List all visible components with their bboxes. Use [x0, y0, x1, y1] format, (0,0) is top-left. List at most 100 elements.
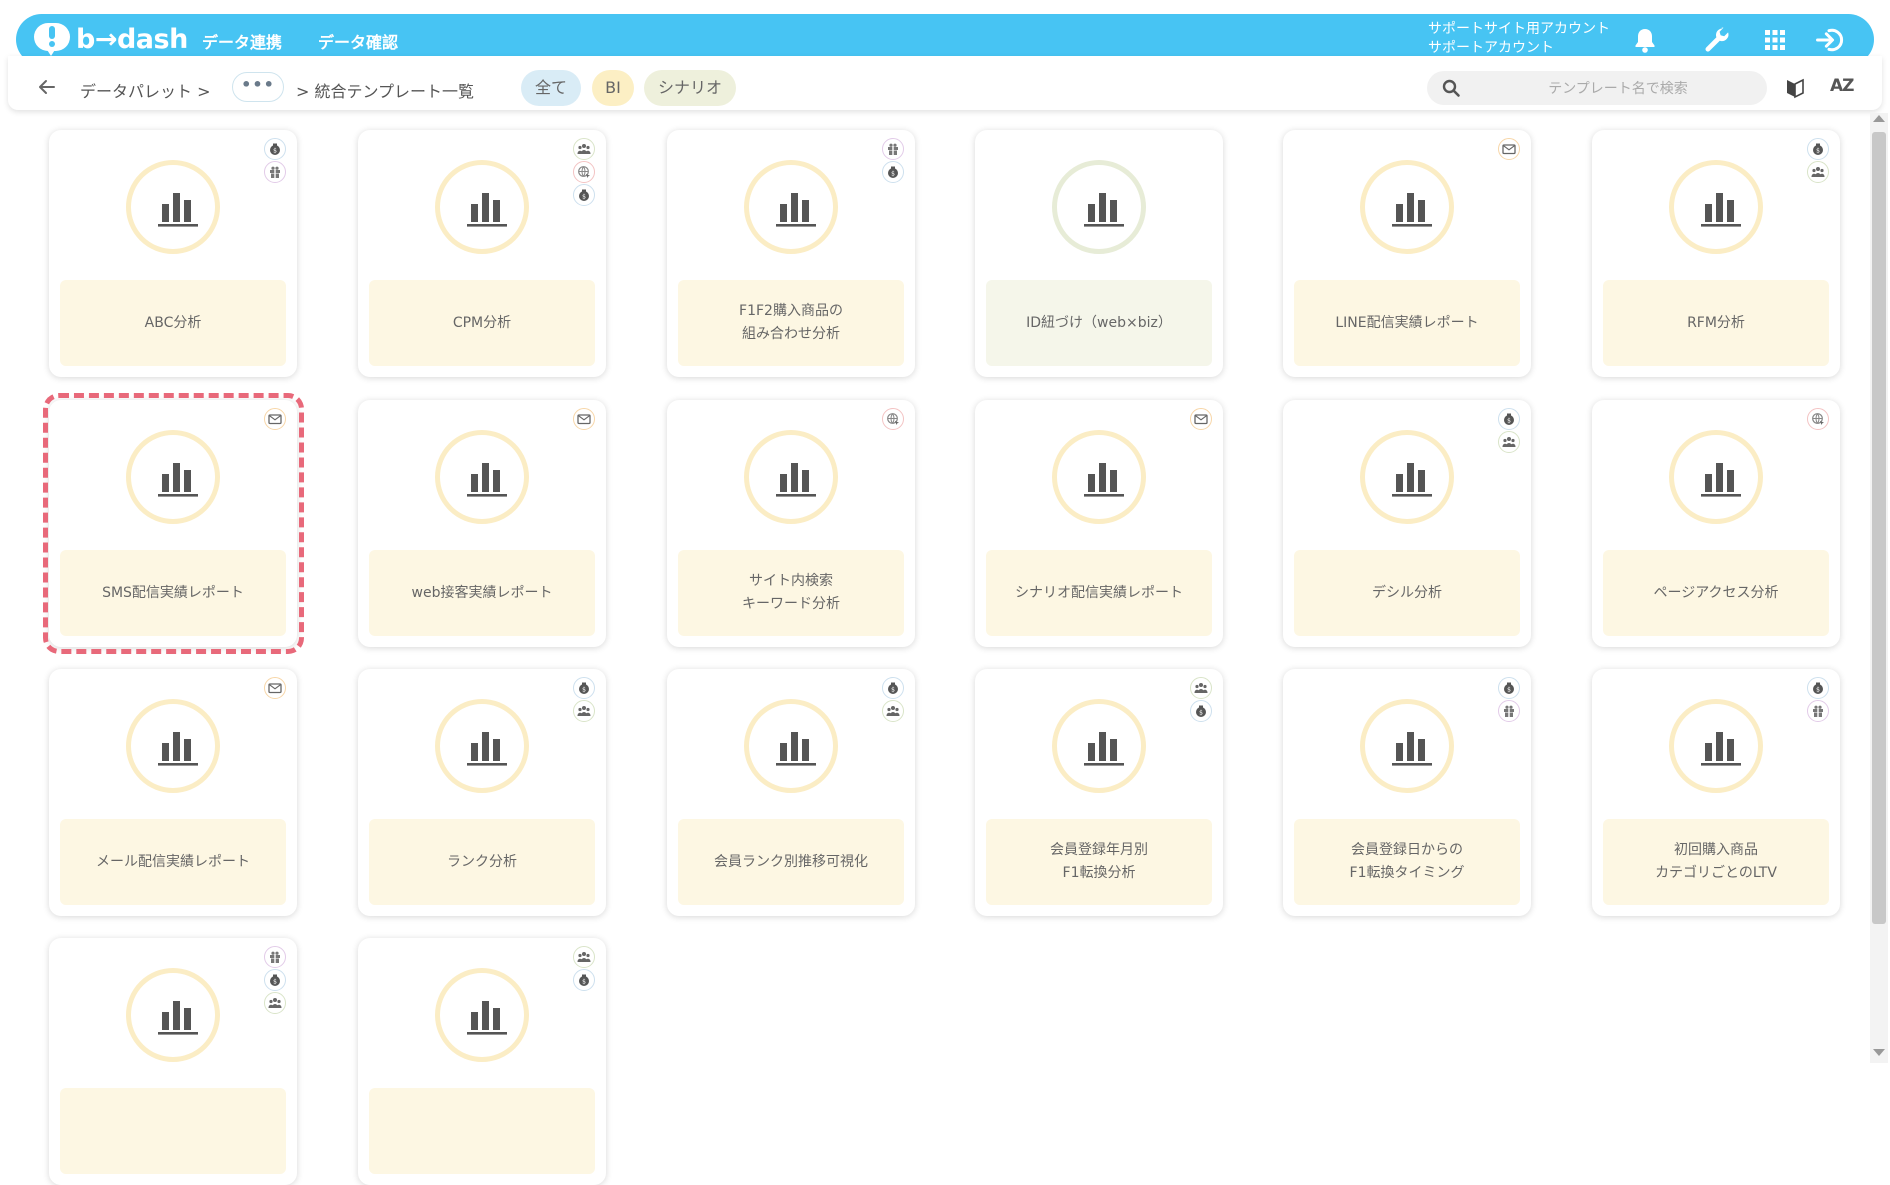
- app-grid-icon[interactable]: [1760, 25, 1790, 55]
- money-icon: $: [1498, 408, 1520, 430]
- template-card[interactable]: サイト内検索 キーワード分析: [667, 400, 915, 647]
- bar-chart-icon: [1699, 458, 1743, 498]
- logout-icon[interactable]: [1814, 25, 1848, 55]
- people-icon: [573, 946, 595, 968]
- card-badges: $: [264, 946, 288, 1015]
- card-badges: $: [573, 138, 597, 207]
- bar-chart-icon: [465, 727, 509, 767]
- card-icon-circle: [744, 430, 838, 524]
- sort-az-button[interactable]: AZ: [1830, 76, 1855, 96]
- template-card[interactable]: ABC分析 $: [49, 130, 297, 377]
- card-badges: [1190, 408, 1214, 431]
- template-search-input[interactable]: [1471, 71, 1765, 107]
- card-icon-circle: [1669, 699, 1763, 793]
- svg-text:$: $: [891, 171, 895, 178]
- card-title: 初回購入商品 カテゴリごとのLTV: [1603, 819, 1829, 905]
- beginner-mark-icon[interactable]: [1782, 75, 1808, 101]
- card-title: [60, 1088, 286, 1174]
- template-card[interactable]: ID紐づけ（web×biz）: [975, 130, 1223, 377]
- card-icon-circle: [435, 968, 529, 1062]
- card-icon-circle: [1052, 430, 1146, 524]
- breadcrumb-current: > 統合テンプレート一覧: [296, 82, 475, 101]
- card-title: ABC分析: [60, 280, 286, 366]
- card-badges: [264, 677, 288, 700]
- card-title: ID紐づけ（web×biz）: [986, 280, 1212, 366]
- filter-tab-scenario[interactable]: シナリオ: [644, 70, 736, 106]
- card-badges: $: [882, 677, 906, 723]
- card-icon-circle: [1360, 160, 1454, 254]
- card-title-text: デシル分析: [1372, 584, 1442, 601]
- breadcrumb-data-palette[interactable]: データパレット >: [80, 78, 211, 102]
- template-card[interactable]: ランク分析 $: [358, 669, 606, 916]
- nav-data-integration[interactable]: データ連携: [202, 29, 282, 53]
- template-card[interactable]: 会員ランク別推移可視化 $: [667, 669, 915, 916]
- template-search-box: [1427, 71, 1767, 107]
- svg-text:$: $: [273, 148, 277, 155]
- people-icon: [573, 700, 595, 722]
- wrench-icon[interactable]: [1702, 25, 1732, 55]
- breadcrumb-ellipsis-button[interactable]: •••: [232, 72, 284, 102]
- card-title: web接客実績レポート: [369, 550, 595, 636]
- filter-tab-all[interactable]: 全て: [521, 70, 581, 106]
- template-card[interactable]: F1F2購入商品の 組み合わせ分析 $: [667, 130, 915, 377]
- people-icon: [1807, 161, 1829, 183]
- template-card[interactable]: デシル分析 $: [1283, 400, 1531, 647]
- card-title: LINE配信実績レポート: [1294, 280, 1520, 366]
- template-card[interactable]: 会員登録日からの F1転換タイミング $: [1283, 669, 1531, 916]
- bar-chart-icon: [774, 188, 818, 228]
- card-title-text: CPM分析: [452, 314, 512, 331]
- back-arrow-icon[interactable]: [36, 76, 58, 98]
- card-title-text: 会員登録日からの F1転換タイミング: [1349, 842, 1465, 881]
- template-card[interactable]: CPM分析 $: [358, 130, 606, 377]
- card-title-text: メール配信実績レポート: [96, 853, 250, 870]
- mail-icon: [264, 408, 286, 430]
- card-title-text: 会員登録年月別 F1転換分析: [1050, 842, 1148, 881]
- account-info[interactable]: サポートサイト用アカウント サポートアカウント: [1428, 20, 1610, 58]
- card-title: シナリオ配信実績レポート: [986, 550, 1212, 636]
- template-card[interactable]: web接客実績レポート: [358, 400, 606, 647]
- card-title-text: ページアクセス分析: [1653, 584, 1779, 601]
- people-icon: [1498, 431, 1520, 453]
- card-title-text: サイト内検索 キーワード分析: [742, 573, 840, 612]
- bar-chart-icon: [1390, 727, 1434, 767]
- card-badges: $: [1807, 138, 1831, 184]
- template-card[interactable]: SMS配信実績レポート: [49, 400, 297, 647]
- template-card[interactable]: RFM分析 $: [1592, 130, 1840, 377]
- template-card[interactable]: 初回購入商品 カテゴリごとのLTV $: [1592, 669, 1840, 916]
- card-title: サイト内検索 キーワード分析: [678, 550, 904, 636]
- card-title: メール配信実績レポート: [60, 819, 286, 905]
- card-title-text: ABC分析: [144, 314, 202, 331]
- card-badges: [264, 408, 288, 431]
- bdash-logo[interactable]: b→dash: [34, 20, 188, 58]
- money-icon: $: [573, 184, 595, 206]
- bar-chart-icon: [774, 727, 818, 767]
- card-title: RFM分析: [1603, 280, 1829, 366]
- card-icon-circle: [744, 699, 838, 793]
- filter-tab-bi[interactable]: BI: [592, 70, 634, 106]
- card-icon-circle: [1360, 430, 1454, 524]
- template-card[interactable]: $: [358, 938, 606, 1185]
- card-title: CPM分析: [369, 280, 595, 366]
- svg-text:$: $: [1816, 148, 1820, 155]
- scroll-down-arrow[interactable]: [1873, 1049, 1885, 1056]
- scroll-up-arrow[interactable]: [1873, 115, 1885, 122]
- template-card[interactable]: 会員登録年月別 F1転換分析 $: [975, 669, 1223, 916]
- template-card[interactable]: LINE配信実績レポート: [1283, 130, 1531, 377]
- template-card[interactable]: シナリオ配信実績レポート: [975, 400, 1223, 647]
- bar-chart-icon: [1699, 188, 1743, 228]
- template-card[interactable]: $: [49, 938, 297, 1185]
- card-badges: $: [1498, 677, 1522, 723]
- template-card[interactable]: メール配信実績レポート: [49, 669, 297, 916]
- card-title-text: LINE配信実績レポート: [1335, 314, 1479, 331]
- bar-chart-icon: [156, 458, 200, 498]
- nav-data-check[interactable]: データ確認: [318, 29, 398, 53]
- card-title-text: ランク分析: [447, 853, 517, 870]
- people-icon: [264, 992, 286, 1014]
- bell-icon[interactable]: [1630, 25, 1660, 55]
- money-icon: $: [882, 677, 904, 699]
- card-title-text: SMS配信実績レポート: [102, 584, 244, 601]
- template-card[interactable]: ページアクセス分析: [1592, 400, 1840, 647]
- card-title: 会員ランク別推移可視化: [678, 819, 904, 905]
- bar-chart-icon: [1390, 188, 1434, 228]
- scrollbar-thumb[interactable]: [1872, 132, 1886, 924]
